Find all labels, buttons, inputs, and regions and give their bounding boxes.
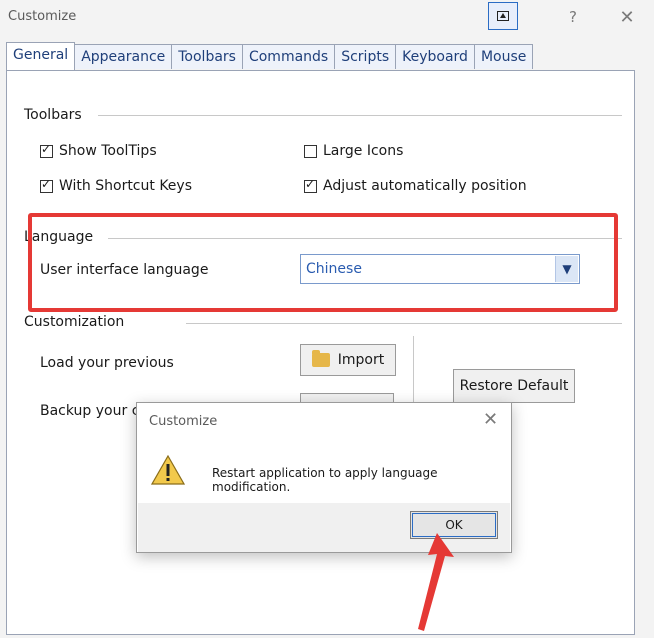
show-tooltips-checkbox[interactable]: Show ToolTips — [40, 142, 157, 159]
toolbars-group-divider — [98, 115, 622, 116]
dialog-body: Restart application to apply language mo… — [138, 439, 510, 509]
with-shortcut-keys-checkbox[interactable]: With Shortcut Keys — [40, 177, 192, 194]
dialog-footer: OK — [138, 503, 510, 552]
tab-toolbars[interactable]: Toolbars — [171, 44, 243, 69]
restart-dialog: Customize ✕ Restart application to apply… — [136, 402, 512, 553]
pin-icon — [497, 11, 509, 21]
close-button[interactable]: ✕ — [612, 2, 642, 32]
tab-bar: General Appearance Toolbars Commands Scr… — [6, 42, 534, 70]
load-previous-label: Load your previous — [40, 355, 174, 371]
restore-default-button[interactable]: Restore Default — [453, 369, 575, 403]
dialog-message: Restart application to apply language mo… — [212, 466, 438, 494]
ok-label: OK — [445, 518, 463, 532]
window-title: Customize — [8, 9, 77, 24]
tab-commands[interactable]: Commands — [241, 44, 336, 69]
help-button[interactable]: ? — [558, 2, 588, 32]
dialog-title: Customize — [149, 414, 218, 429]
show-tooltips-label: Show ToolTips — [59, 143, 157, 159]
adjust-position-label: Adjust automatically position — [323, 178, 527, 194]
checkbox-unchecked-icon — [304, 144, 317, 158]
customization-vertical-divider — [413, 336, 414, 406]
checkbox-checked-icon — [40, 142, 53, 158]
large-icons-checkbox[interactable]: Large Icons — [304, 143, 403, 159]
customization-group-label: Customization — [24, 314, 125, 330]
tab-mouse[interactable]: Mouse — [473, 44, 534, 69]
checkbox-checked-icon — [40, 177, 53, 193]
adjust-position-checkbox[interactable]: Adjust automatically position — [304, 177, 527, 194]
folder-icon — [311, 350, 330, 367]
tab-general[interactable]: General — [6, 42, 76, 70]
backup-label: Backup your c — [40, 403, 140, 419]
title-bar: Customize ? ✕ — [0, 0, 654, 34]
import-label: Import — [337, 352, 385, 368]
customization-group-divider — [186, 323, 622, 324]
checkbox-checked-icon — [304, 177, 317, 193]
tab-keyboard[interactable]: Keyboard — [395, 44, 475, 69]
dialog-close-button[interactable]: ✕ — [483, 409, 498, 430]
tab-scripts[interactable]: Scripts — [334, 44, 397, 69]
with-shortcut-keys-label: With Shortcut Keys — [59, 178, 192, 194]
warning-icon — [151, 455, 185, 485]
large-icons-label: Large Icons — [323, 143, 404, 159]
pin-button[interactable] — [488, 2, 518, 30]
toolbars-group-label: Toolbars — [24, 107, 82, 123]
ok-button[interactable]: OK — [410, 511, 498, 539]
import-button[interactable]: Import — [300, 344, 396, 376]
tab-appearance[interactable]: Appearance — [74, 44, 173, 69]
annotation-highlight-box — [28, 213, 618, 312]
